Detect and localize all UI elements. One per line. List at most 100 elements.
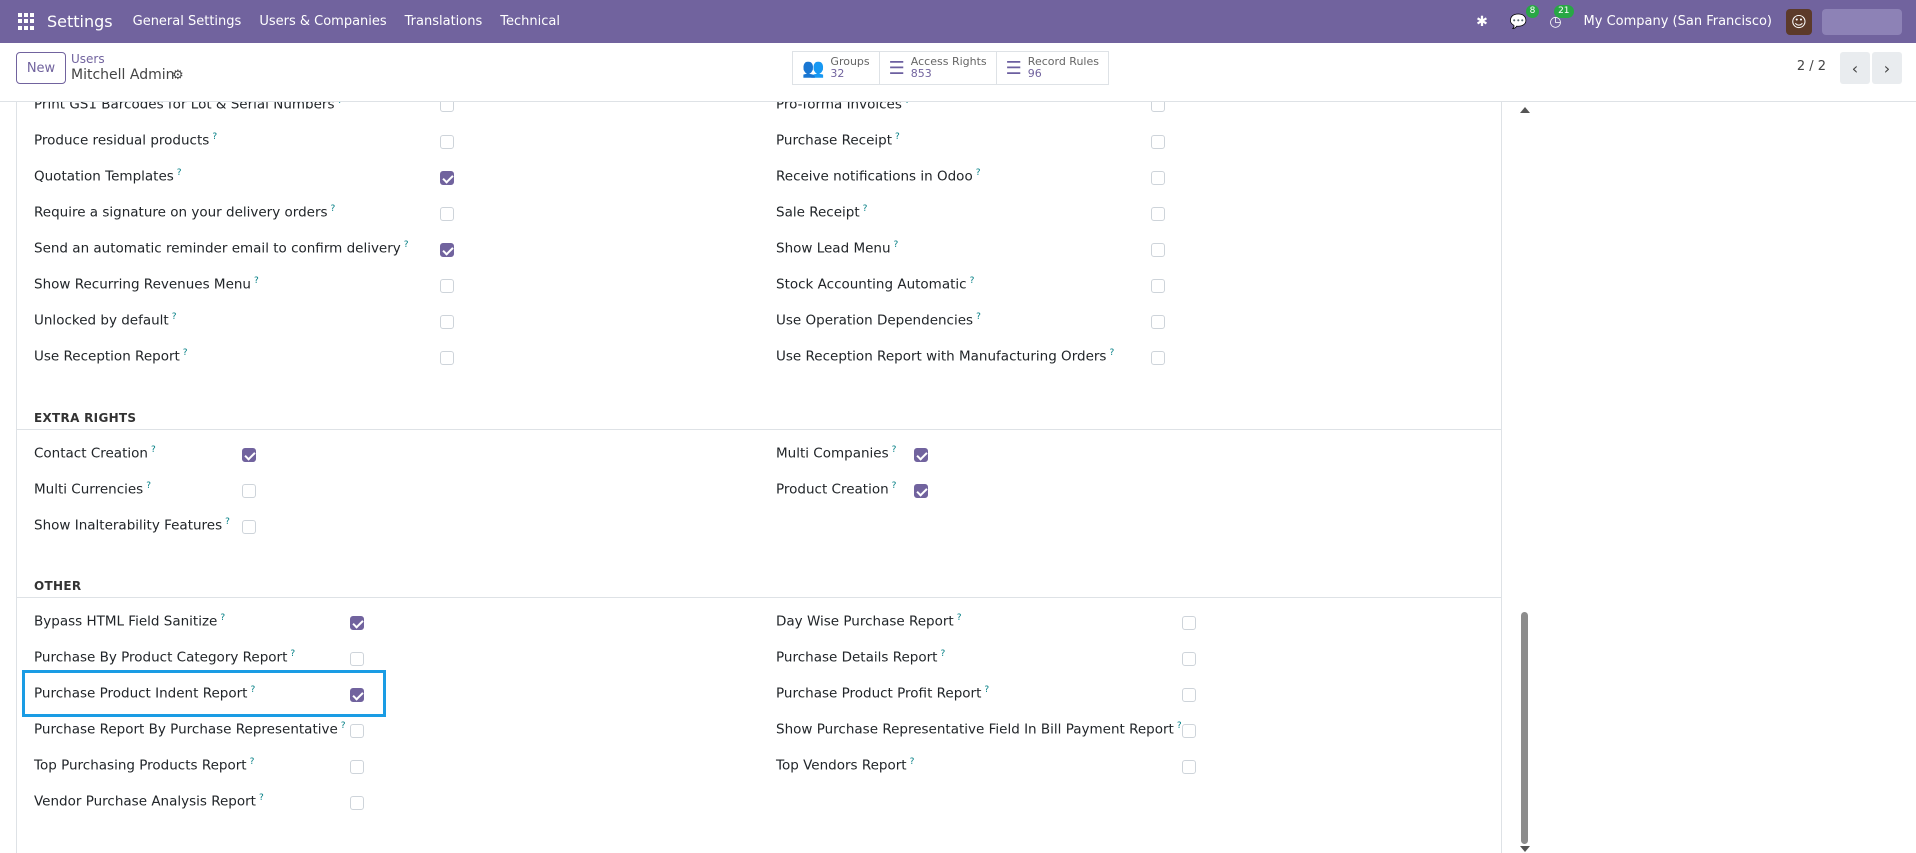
field-label: Purchase Report By Purchase Representati… (34, 721, 346, 738)
activity-clock-icon[interactable]: ◷ 21 (1549, 4, 1574, 30)
scroll-up-arrow-icon[interactable] (1520, 107, 1530, 113)
section-divider (17, 597, 1501, 598)
chevron-right-icon[interactable]: › (1872, 52, 1902, 84)
checkbox[interactable] (440, 351, 454, 365)
stat-value: 853 (910, 67, 932, 80)
section-divider (17, 429, 1501, 430)
smart-buttons: 👥 Groups 32 ☰ Access Rights 853 ☰ Record… (792, 51, 1109, 85)
field-label: Receive notifications in Odoo? (776, 168, 981, 185)
field-label: Product Creation? (776, 481, 897, 498)
checkbox[interactable] (1151, 207, 1165, 221)
checkbox[interactable] (350, 724, 364, 738)
checkbox[interactable] (440, 279, 454, 293)
activity-badge: 21 (1554, 4, 1574, 18)
app-brand[interactable]: Settings (47, 12, 113, 31)
checkbox[interactable] (440, 135, 454, 149)
menu-translations[interactable]: Translations (405, 14, 483, 29)
checkbox[interactable] (350, 652, 364, 666)
field-label: Top Vendors Report? (776, 757, 915, 774)
checkbox[interactable] (440, 315, 454, 329)
field-label: Show Recurring Revenues Menu? (34, 276, 259, 293)
field-label: Use Operation Dependencies? (776, 312, 981, 329)
field-label: Purchase Receipt? (776, 132, 900, 149)
checkbox[interactable] (1151, 243, 1165, 257)
checkbox[interactable] (1182, 724, 1196, 738)
checkbox[interactable] (440, 102, 454, 112)
record-rules-stat-button[interactable]: ☰ Record Rules 96 (997, 52, 1108, 84)
field-label: Purchase Details Report? (776, 649, 946, 666)
scroll-down-arrow-icon[interactable] (1520, 846, 1530, 852)
pager-value[interactable]: 2 / 2 (1797, 59, 1826, 74)
top-navbar: Settings General Settings Users & Compan… (0, 0, 1916, 43)
field-label: Use Reception Report? (34, 348, 188, 365)
checkbox[interactable] (440, 207, 454, 221)
checkbox[interactable] (242, 520, 256, 534)
chevron-left-icon[interactable]: ‹ (1840, 52, 1870, 84)
checkbox-checked[interactable] (914, 448, 928, 462)
section-title-other: OTHER (34, 579, 82, 593)
checkbox[interactable] (1151, 279, 1165, 293)
access-rights-stat-button[interactable]: ☰ Access Rights 853 (880, 52, 997, 84)
field-label: Send an automatic reminder email to conf… (34, 240, 409, 257)
stat-value: 32 (830, 67, 845, 80)
apps-menu-icon[interactable] (18, 12, 36, 31)
field-label: Top Purchasing Products Report? (34, 757, 255, 774)
field-label: Contact Creation? (34, 445, 156, 462)
scrollbar-thumb[interactable] (1521, 612, 1528, 844)
checkbox[interactable] (350, 796, 364, 810)
checkbox[interactable] (1182, 688, 1196, 702)
field-label: Day Wise Purchase Report? (776, 613, 962, 630)
checkbox-checked[interactable] (350, 616, 364, 630)
field-label: Bypass HTML Field Sanitize? (34, 613, 226, 630)
checkbox-checked[interactable] (914, 484, 928, 498)
field-label: Show Inalterability Features? (34, 517, 230, 534)
checkbox[interactable] (242, 484, 256, 498)
checkbox[interactable] (350, 760, 364, 774)
field-label: Purchase Product Profit Report? (776, 685, 990, 702)
checkbox[interactable] (1151, 102, 1165, 112)
field-label: Require a signature on your delivery ord… (34, 204, 336, 221)
breadcrumb-users[interactable]: Users (71, 52, 105, 66)
list-icon: ☰ (888, 57, 905, 79)
list-icon: ☰ (1005, 57, 1022, 79)
section-title-extra-rights: EXTRA RIGHTS (34, 411, 137, 425)
user-name-blurred[interactable] (1822, 8, 1902, 35)
field-label: Multi Currencies? (34, 481, 151, 498)
checkbox[interactable] (1151, 135, 1165, 149)
field-label: Use Reception Report with Manufacturing … (776, 348, 1115, 365)
stat-value: 96 (1027, 67, 1042, 80)
chat-badge: 8 (1525, 4, 1540, 18)
field-label: Vendor Purchase Analysis Report? (34, 793, 264, 810)
field-label: Purchase By Product Category Report? (34, 649, 296, 666)
menu-general-settings[interactable]: General Settings (133, 14, 242, 29)
groups-stat-button[interactable]: 👥 Groups 32 (793, 52, 880, 84)
control-panel: New Users Mitchell Admin ⚙ 👥 Groups 32 ☰… (0, 43, 1916, 102)
checkbox-checked[interactable] (440, 243, 454, 257)
checkbox[interactable] (1182, 760, 1196, 774)
checkbox[interactable] (1151, 351, 1165, 365)
checkbox[interactable] (1151, 315, 1165, 329)
field-label: Quotation Templates? (34, 168, 182, 185)
debug-bug-icon[interactable]: ✱ (1476, 14, 1488, 30)
checkbox-checked[interactable] (440, 171, 454, 185)
checkbox[interactable] (1182, 616, 1196, 630)
checkbox[interactable] (1182, 652, 1196, 666)
checkbox[interactable] (1151, 171, 1165, 185)
field-label: Show Lead Menu? (776, 240, 899, 257)
field-label: Print GS1 Barcodes for Lot & Serial Numb… (34, 102, 342, 113)
field-label: Produce residual products? (34, 132, 218, 149)
menu-technical[interactable]: Technical (500, 14, 560, 29)
chat-icon[interactable]: 💬 8 (1510, 4, 1540, 30)
field-label: Show Purchase Representative Field In Bi… (776, 721, 1182, 738)
new-button[interactable]: New (16, 52, 66, 84)
field-label: Pro-forma Invoices? (776, 102, 910, 113)
field-label: Multi Companies? (776, 445, 897, 462)
field-label: Unlocked by default? (34, 312, 177, 329)
gear-icon[interactable]: ⚙ (172, 68, 184, 83)
company-switcher[interactable]: My Company (San Francisco) (1584, 14, 1772, 29)
user-avatar[interactable]: ☺ (1786, 8, 1812, 35)
breadcrumb-current: Mitchell Admin (71, 67, 175, 83)
checkbox-checked[interactable] (242, 448, 256, 462)
form-sheet: Print GS1 Barcodes for Lot & Serial Numb… (16, 102, 1502, 853)
menu-users-companies[interactable]: Users & Companies (259, 14, 386, 29)
